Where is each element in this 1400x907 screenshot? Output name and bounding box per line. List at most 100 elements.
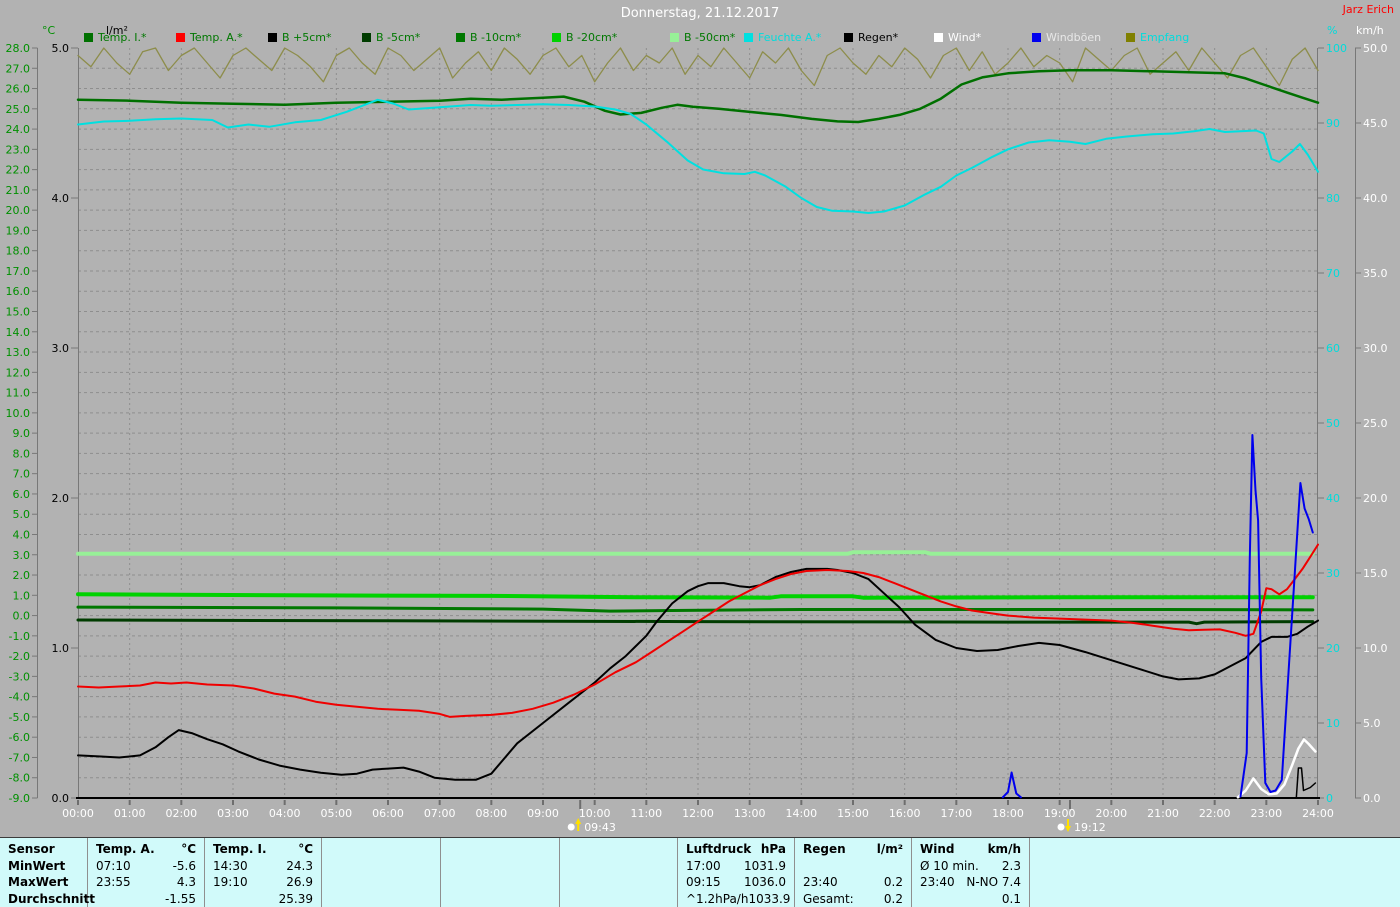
temp-tick-label: 21.0 [6,184,31,197]
hour-tick-label: 15:00 [837,807,869,820]
table-cell-value: 0.2 [884,892,903,906]
table-cell: 0.1 [912,891,1029,907]
sunrise-icon [568,824,575,831]
temp-tick-label: -1.0 [9,630,30,643]
table-column-3 [322,838,441,907]
table-cell [1030,891,1400,907]
table-cell-value: 4.3 [177,875,196,889]
weather-chart: 28.027.026.025.024.023.022.021.020.019.0… [0,0,1400,837]
hour-tick-label: 23:00 [1250,807,1282,820]
temp-tick-label: 16.0 [6,285,31,298]
pct-tick-label: 20 [1326,642,1340,655]
rain-tick-label: 4.0 [52,192,70,205]
kmh-tick-label: 30.0 [1363,342,1388,355]
table-cell [560,874,677,890]
series-b--50cm [78,552,1313,553]
hour-tick-label: 04:00 [269,807,301,820]
pct-tick-label: 80 [1326,192,1340,205]
temp-tick-label: 24.0 [6,123,31,136]
table-cell: -1.55 [88,891,204,907]
pct-tick-label: 90 [1326,117,1340,130]
temp-tick-label: 22.0 [6,164,31,177]
table-cell-value: hPa [761,842,786,856]
hour-tick-label: 12:00 [682,807,714,820]
temp-tick-label: 19.0 [6,224,31,237]
table-cell: MinWert [0,858,87,874]
table-cell [322,858,440,874]
table-cell-label: 23:40 [803,875,838,889]
table-cell: 17:001031.9 [678,858,794,874]
table-cell-value: 1036.0 [744,875,786,889]
sun-marker-time: 09:43 [584,821,616,834]
series-feuchte-a- [78,100,1318,213]
rain-tick-label: 5.0 [52,42,70,55]
table-column-0: SensorMinWertMaxWertDurchschnitt [0,838,88,907]
hour-tick-label: 08:00 [475,807,507,820]
table-cell: Durchschnitt [0,891,87,907]
temp-tick-label: 7.0 [13,468,31,481]
temp-tick-label: 10.0 [6,407,31,420]
temp-tick-label: 27.0 [6,62,31,75]
hour-tick-label: 10:00 [579,807,611,820]
kmh-tick-label: 40.0 [1363,192,1388,205]
pct-tick-label: 0 [1326,792,1333,805]
kmh-tick-label: 15.0 [1363,567,1388,580]
hour-tick-label: 00:00 [62,807,94,820]
temp-tick-label: -6.0 [9,731,30,744]
table-cell [441,891,559,907]
temp-tick-label: 23.0 [6,143,31,156]
table-cell-label: Temp. A. [96,842,155,856]
table-column-9 [1030,838,1400,907]
temp-tick-label: -9.0 [9,792,30,805]
table-cell [560,891,677,907]
rain-tick-label: 3.0 [52,342,70,355]
sun-marker-time: 19:12 [1074,821,1106,834]
table-cell-value: °C [298,842,313,856]
table-cell: Regenl/m² [795,841,911,857]
temp-tick-label: 20.0 [6,204,31,217]
temp-tick-label: 9.0 [13,427,31,440]
table-cell [1030,874,1400,890]
temp-tick-label: 4.0 [13,528,31,541]
kmh-tick-label: 35.0 [1363,267,1388,280]
table-cell: 09:151036.0 [678,874,794,890]
table-column-5 [560,838,678,907]
table-cell-label: Wind [920,842,954,856]
table-cell: 14:3024.3 [205,858,321,874]
table-cell [322,874,440,890]
temp-tick-label: 15.0 [6,306,31,319]
temp-tick-label: 28.0 [6,42,31,55]
temp-tick-label: 3.0 [13,549,31,562]
table-cell-value: 25.39 [279,892,313,906]
table-cell-label: MinWert [8,859,65,873]
pct-tick-label: 30 [1326,567,1340,580]
table-cell-label: ^1.2hPa/h [686,892,748,906]
table-cell-value: 2.3 [1002,859,1021,873]
temp-tick-label: -7.0 [9,751,30,764]
temp-tick-label: 2.0 [13,569,31,582]
temp-tick-label: -2.0 [9,650,30,663]
stats-table: SensorMinWertMaxWertDurchschnitt Temp. A.… [0,837,1400,907]
weather-app-window: Donnerstag, 21.12.2017 Jarz Erich °C l/m… [0,0,1400,907]
series-b--20cm [78,594,1313,597]
table-cell-value: 0.2 [884,875,903,889]
pct-tick-label: 100 [1326,42,1347,55]
table-cell: 07:10-5.6 [88,858,204,874]
kmh-tick-label: 0.0 [1363,792,1381,805]
kmh-tick-label: 5.0 [1363,717,1381,730]
table-cell: 19:1026.9 [205,874,321,890]
temp-tick-label: -8.0 [9,772,30,785]
pct-tick-label: 40 [1326,492,1340,505]
table-cell-label: 23:55 [96,875,131,889]
temp-tick-label: -4.0 [9,691,30,704]
hour-tick-label: 02:00 [165,807,197,820]
temp-tick-label: 11.0 [6,387,31,400]
pct-tick-label: 50 [1326,417,1340,430]
temp-tick-label: 5.0 [13,508,31,521]
hour-tick-label: 20:00 [1095,807,1127,820]
temp-tick-label: 14.0 [6,326,31,339]
temp-tick-label: -5.0 [9,711,30,724]
table-cell [1030,841,1400,857]
table-cell-label: Gesamt: [803,892,854,906]
table-cell [560,858,677,874]
